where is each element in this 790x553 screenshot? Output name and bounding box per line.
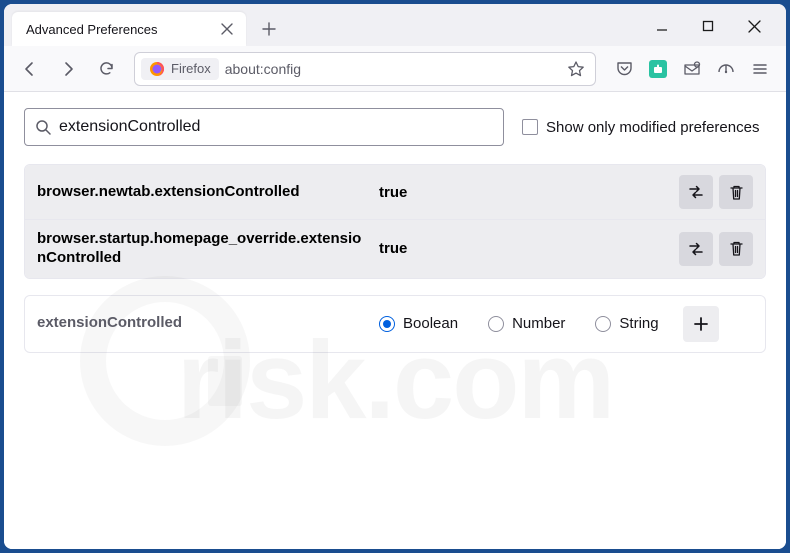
close-icon[interactable] — [218, 20, 236, 38]
radio-icon — [488, 316, 504, 332]
extension-icon[interactable] — [642, 53, 674, 85]
pref-name: browser.startup.homepage_override.extens… — [37, 230, 367, 268]
minimize-button[interactable] — [648, 12, 676, 40]
pref-row[interactable]: browser.startup.homepage_override.extens… — [25, 219, 765, 278]
radio-icon — [379, 316, 395, 332]
page-content: risk.com Show only modified preferences … — [4, 92, 786, 549]
add-button[interactable] — [683, 306, 719, 342]
close-window-button[interactable] — [740, 12, 768, 40]
pref-value: true — [379, 240, 667, 257]
row-actions — [679, 175, 753, 209]
pref-search-input[interactable] — [59, 118, 493, 136]
add-pref-group: extensionControlled Boolean Number Strin… — [24, 295, 766, 353]
reload-button[interactable] — [90, 53, 122, 85]
bookmark-star-icon[interactable] — [563, 56, 589, 82]
add-pref-row: extensionControlled Boolean Number Strin… — [25, 296, 765, 352]
radio-label: Boolean — [403, 315, 458, 332]
nav-toolbar: Firefox about:config — [4, 46, 786, 92]
pocket-icon[interactable] — [608, 53, 640, 85]
tab-active[interactable]: Advanced Preferences — [12, 12, 246, 46]
pref-value: true — [379, 184, 667, 201]
radio-boolean[interactable]: Boolean — [379, 315, 458, 332]
account-icon[interactable] — [676, 53, 708, 85]
new-tab-button[interactable] — [254, 14, 284, 44]
pref-row[interactable]: browser.newtab.extensionControlled true — [25, 165, 765, 219]
radio-number[interactable]: Number — [488, 315, 565, 332]
checkbox-icon — [522, 119, 538, 135]
checkbox-label: Show only modified preferences — [546, 119, 759, 136]
maximize-button[interactable] — [694, 12, 722, 40]
delete-button[interactable] — [719, 232, 753, 266]
browser-window: Advanced Preferences — [4, 4, 786, 549]
window-controls — [648, 12, 778, 46]
radio-string[interactable]: String — [595, 315, 658, 332]
toggle-button[interactable] — [679, 232, 713, 266]
titlebar: Advanced Preferences — [4, 4, 786, 46]
type-radio-group: Boolean Number String — [379, 315, 659, 332]
pref-name: browser.newtab.extensionControlled — [37, 183, 367, 202]
toolbar-icons — [608, 53, 776, 85]
identity-box[interactable]: Firefox — [141, 58, 219, 80]
add-pref-name: extensionControlled — [37, 314, 367, 333]
radio-icon — [595, 316, 611, 332]
pref-search-box[interactable] — [24, 108, 504, 146]
forward-button[interactable] — [52, 53, 84, 85]
prefs-results: browser.newtab.extensionControlled true … — [24, 164, 766, 279]
radio-label: String — [619, 315, 658, 332]
show-modified-checkbox[interactable]: Show only modified preferences — [522, 119, 759, 136]
tab-title: Advanced Preferences — [26, 22, 158, 37]
identity-label: Firefox — [171, 61, 211, 76]
delete-button[interactable] — [719, 175, 753, 209]
protections-icon[interactable] — [710, 53, 742, 85]
menu-button[interactable] — [744, 53, 776, 85]
firefox-logo-icon — [149, 61, 165, 77]
search-icon — [35, 119, 51, 135]
url-text: about:config — [225, 61, 557, 77]
radio-label: Number — [512, 315, 565, 332]
search-row: Show only modified preferences — [24, 108, 766, 146]
toggle-button[interactable] — [679, 175, 713, 209]
back-button[interactable] — [14, 53, 46, 85]
url-bar[interactable]: Firefox about:config — [134, 52, 596, 86]
row-actions — [679, 232, 753, 266]
